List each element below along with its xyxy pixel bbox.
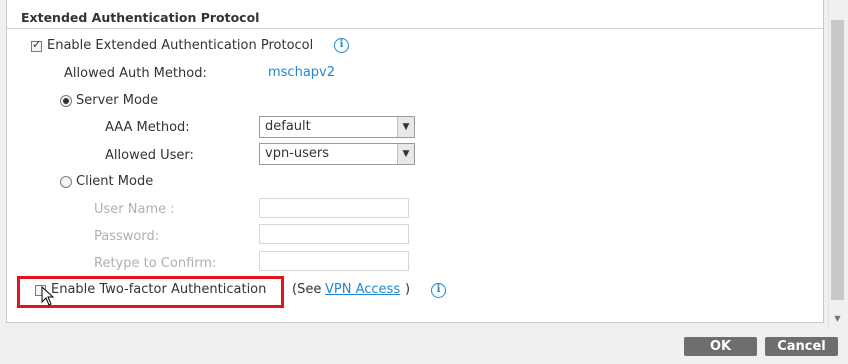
- settings-panel: Extended Authentication Protocol Enable …: [6, 0, 824, 323]
- allowed-auth-method-label: Allowed Auth Method:: [64, 66, 207, 81]
- allowed-user-select[interactable]: vpn-users ▼: [259, 143, 415, 165]
- vpn-access-link[interactable]: VPN Access: [325, 282, 400, 297]
- scroll-down-icon[interactable]: ▼: [829, 314, 846, 326]
- highlight-box: [17, 276, 284, 308]
- server-mode-label[interactable]: Server Mode: [76, 93, 158, 108]
- ok-button[interactable]: OK: [684, 337, 757, 356]
- chevron-down-icon[interactable]: ▼: [397, 144, 414, 164]
- client-mode-radio[interactable]: [60, 176, 72, 188]
- see-prefix-text: (See: [292, 282, 322, 297]
- enable-xauth-label[interactable]: Enable Extended Authentication Protocol: [47, 38, 313, 53]
- allowed-user-value: vpn-users: [265, 146, 330, 161]
- password-label: Password:: [94, 229, 160, 244]
- chevron-down-icon[interactable]: ▼: [397, 117, 414, 137]
- allowed-user-label: Allowed User:: [105, 148, 194, 163]
- enable-xauth-checkbox[interactable]: [31, 38, 42, 52]
- scrollbar[interactable]: ▼: [828, 0, 846, 328]
- client-mode-label[interactable]: Client Mode: [76, 174, 153, 189]
- retype-label: Retype to Confirm:: [94, 256, 217, 271]
- section-title: Extended Authentication Protocol: [21, 10, 260, 25]
- cancel-button[interactable]: Cancel: [765, 337, 838, 356]
- aaa-method-value: default: [265, 119, 311, 134]
- info-icon[interactable]: i: [334, 38, 349, 53]
- aaa-method-label: AAA Method:: [105, 120, 190, 135]
- allowed-auth-method-value: mschapv2: [268, 65, 336, 80]
- server-mode-radio[interactable]: [60, 95, 72, 107]
- scroll-thumb[interactable]: [831, 20, 844, 300]
- see-suffix-text: ): [405, 282, 411, 297]
- section-header: Extended Authentication Protocol: [7, 0, 823, 29]
- user-name-input[interactable]: [259, 198, 409, 218]
- mouse-cursor-icon: [41, 286, 55, 306]
- password-input[interactable]: [259, 224, 409, 244]
- retype-input[interactable]: [259, 251, 409, 271]
- aaa-method-select[interactable]: default ▼: [259, 116, 415, 138]
- user-name-label: User Name :: [94, 202, 175, 217]
- info-icon[interactable]: i: [431, 283, 446, 298]
